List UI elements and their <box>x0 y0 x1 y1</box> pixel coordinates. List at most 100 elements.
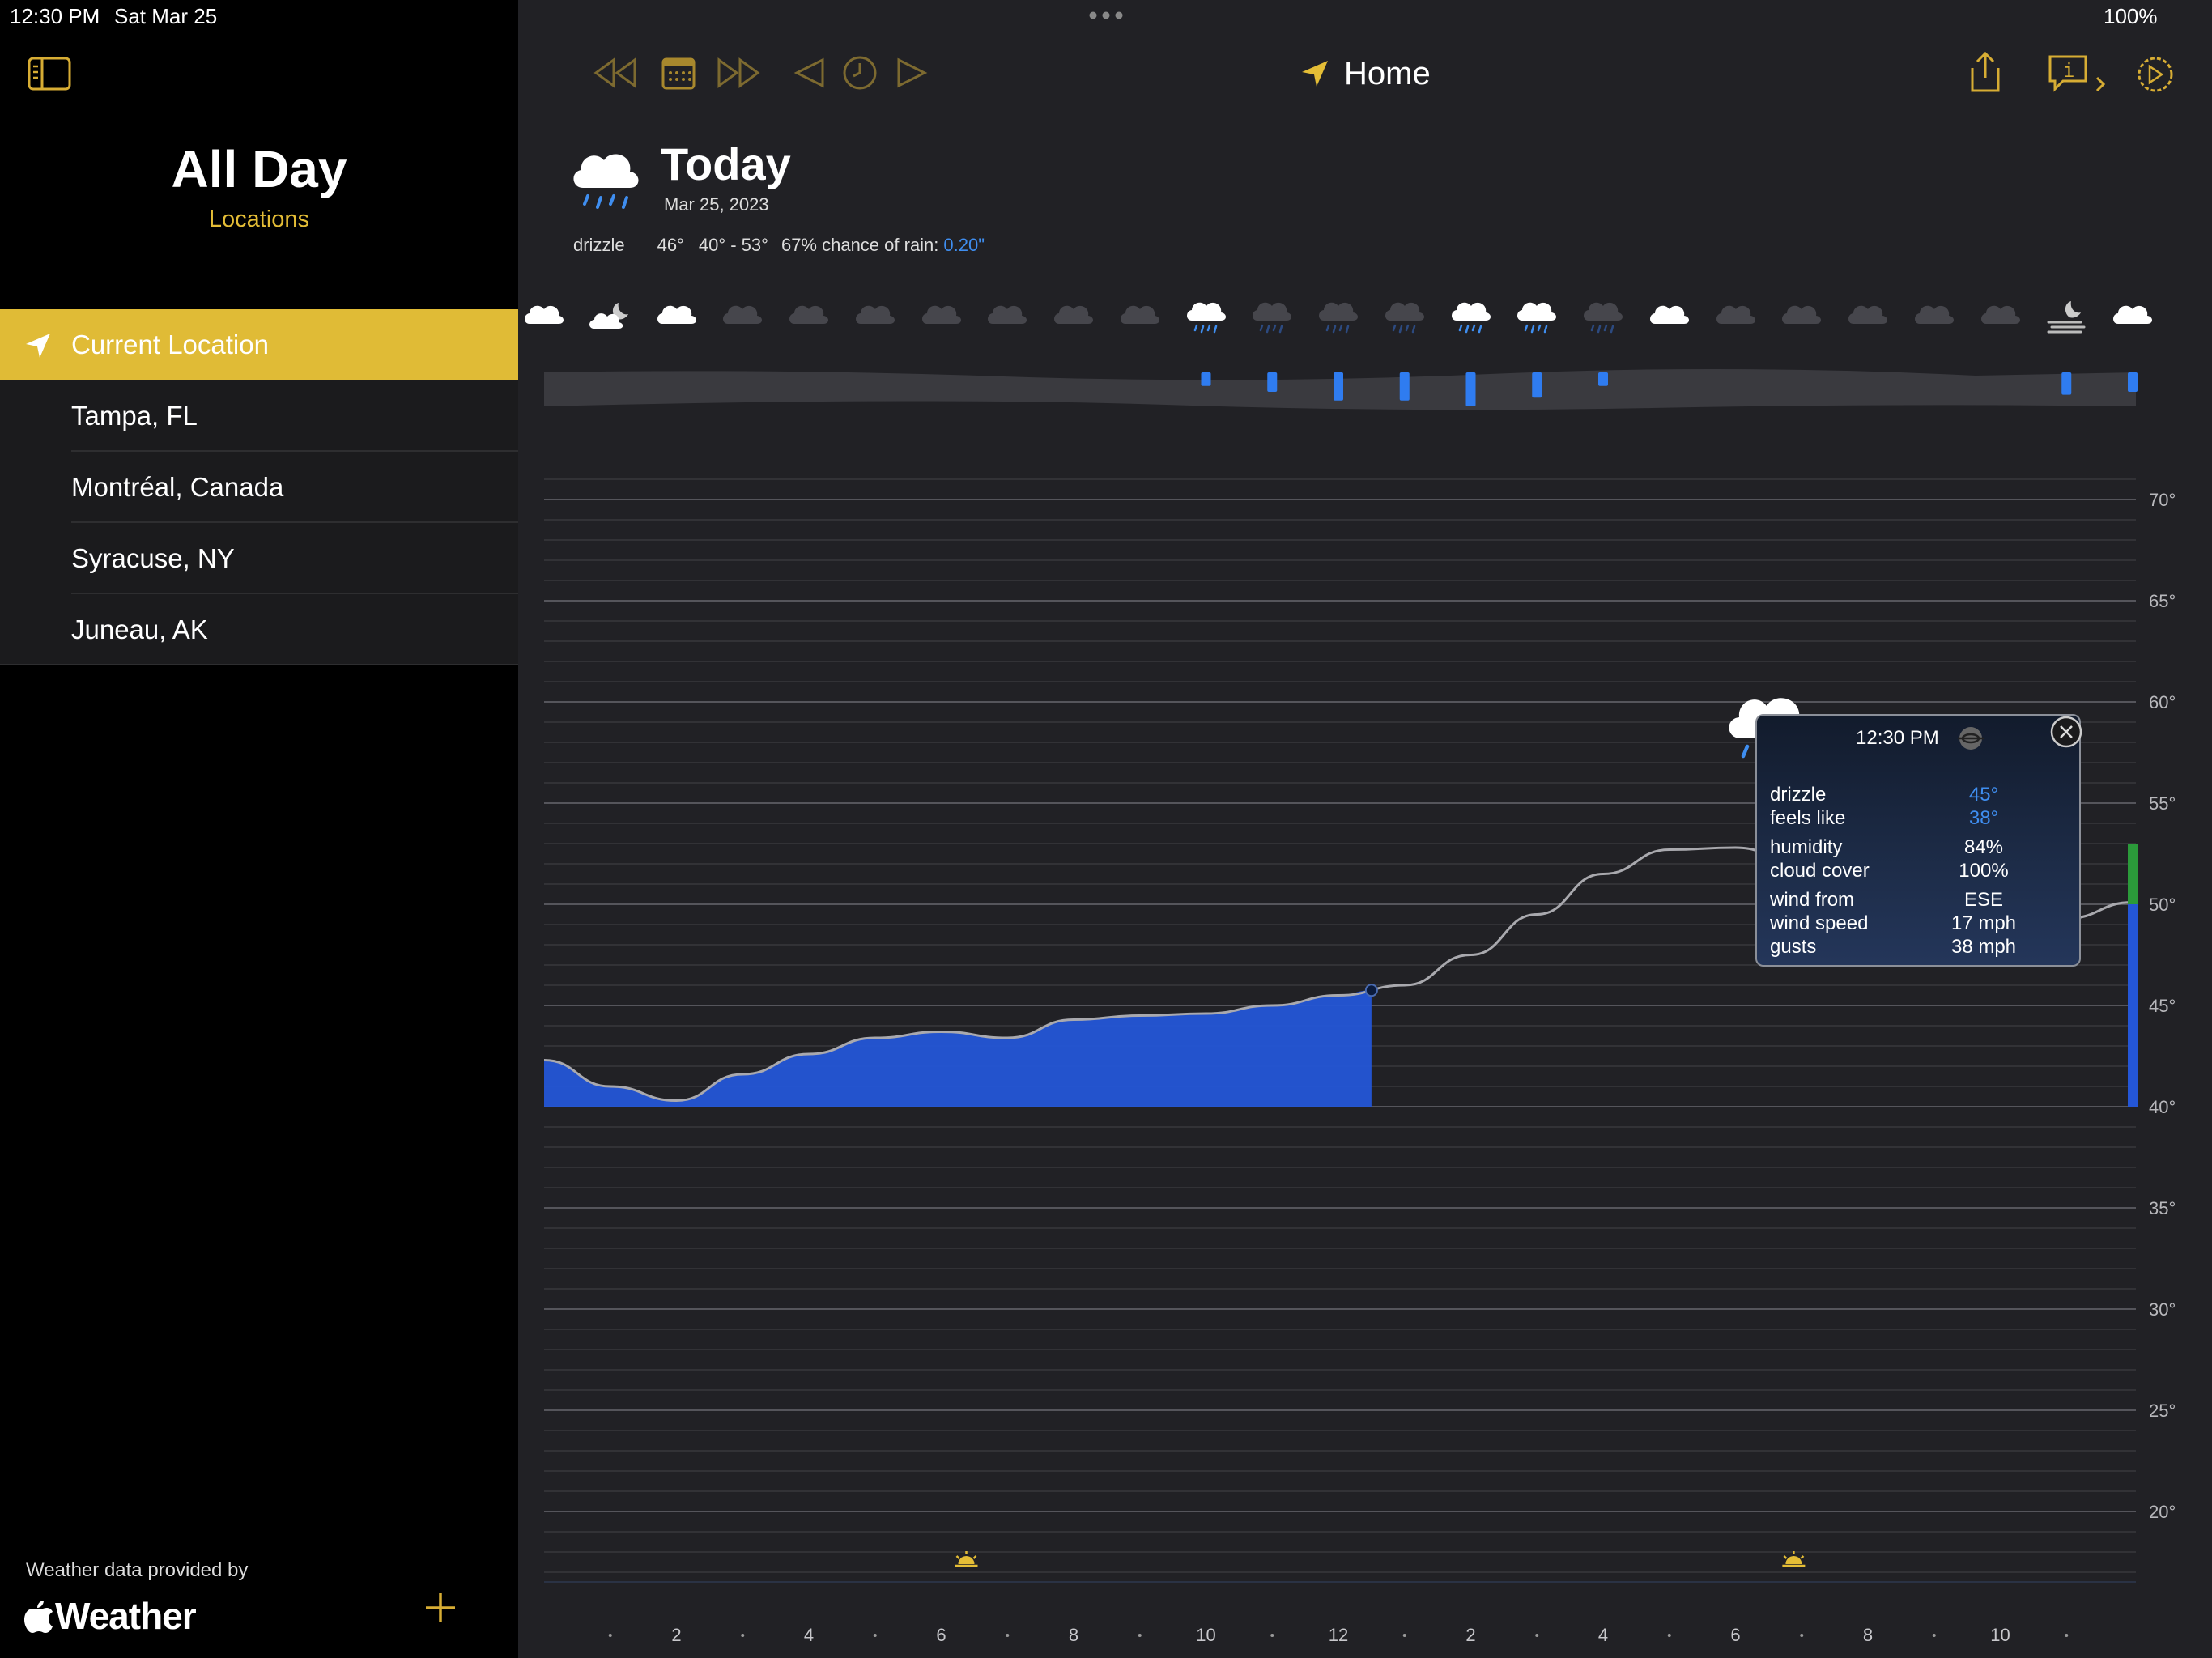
location-item[interactable]: Syracuse, NY <box>0 523 518 594</box>
next-day-icon[interactable] <box>716 57 761 89</box>
attribution-text: Weather data provided by <box>26 1559 249 1581</box>
tooltip-value: 38 mph <box>1950 936 2017 958</box>
previous-hour-icon[interactable] <box>793 57 826 89</box>
location-item[interactable]: Montréal, Canada <box>0 452 518 523</box>
info-bubble-icon[interactable]: i <box>2047 53 2108 96</box>
sunrise-icon <box>955 1551 978 1567</box>
hour-dot <box>1138 1634 1142 1637</box>
y-tick-label: 45° <box>2149 996 2176 1016</box>
tooltip-row: humidity 84% <box>1770 836 2066 859</box>
clock-icon[interactable] <box>842 55 878 91</box>
previous-day-icon[interactable] <box>593 57 638 89</box>
day-heading: Today <box>661 138 791 189</box>
y-tick-label: 60° <box>2149 692 2176 712</box>
partly-cloudy-night-icon <box>588 298 633 337</box>
dark-drizzle-icon <box>1316 298 1361 337</box>
dark-drizzle-icon <box>1580 298 1626 337</box>
temperature-chart[interactable]: 70° 65° 60° 55° 50° 45° 40° 35° 30° 25° 20° 2 4 6 8 10 1… <box>518 356 2212 1658</box>
tooltip-label: gusts <box>1770 936 1817 958</box>
rain-cloud-icon <box>1514 298 1559 337</box>
hour-dot <box>1402 1634 1406 1637</box>
tooltip-row: cloud cover 100% <box>1770 860 2066 882</box>
x-tick-label: 4 <box>1598 1625 1608 1645</box>
cloud-icon <box>654 298 700 337</box>
tooltip-label: drizzle <box>1770 784 1827 806</box>
hourly-icons-row <box>518 298 2212 355</box>
calendar-icon[interactable] <box>661 55 696 91</box>
y-tick-label: 20° <box>2149 1502 2176 1522</box>
x-tick-label: 10 <box>1196 1625 1215 1645</box>
y-tick-label: 25° <box>2149 1401 2176 1421</box>
dark-drizzle-icon <box>1382 298 1427 337</box>
dark-cloud-icon <box>1713 298 1759 337</box>
x-tick-label: 10 <box>1990 1625 2010 1645</box>
tooltip-row: gusts 38 mph <box>1770 936 2066 959</box>
next-hour-icon[interactable] <box>895 57 928 89</box>
precip-bar <box>1267 372 1278 392</box>
dark-cloud-icon <box>985 298 1030 337</box>
x-tick-label: 6 <box>936 1625 946 1645</box>
tooltip-row: wind speed 17 mph <box>1770 912 2066 935</box>
hour-dot <box>1006 1634 1010 1637</box>
dark-drizzle-icon <box>1249 298 1295 337</box>
location-item[interactable]: Juneau, AK <box>0 594 518 665</box>
cloud-icon <box>521 298 567 337</box>
x-tick-label: 6 <box>1730 1625 1740 1645</box>
day-condition: drizzle <box>573 235 625 255</box>
location-label: Montréal, Canada <box>71 472 284 502</box>
x-tick-label: 8 <box>1069 1625 1078 1645</box>
status-date: Sat Mar 25 <box>114 4 218 28</box>
hour-dot <box>1932 1634 1936 1637</box>
sun-horizon-icon <box>1958 727 1984 750</box>
sidebar-toggle-icon[interactable] <box>28 57 71 91</box>
timer-settings-icon[interactable] <box>2136 55 2175 94</box>
add-location-icon[interactable] <box>424 1592 457 1624</box>
rain-cloud-icon <box>1184 298 1229 337</box>
location-title[interactable]: Home <box>1300 53 1431 94</box>
weather-brand-label: Weather <box>55 1595 197 1637</box>
tooltip-value: ESE <box>1963 889 2004 911</box>
hour-dot <box>1270 1634 1274 1637</box>
dark-cloud-icon <box>919 298 964 337</box>
share-icon[interactable] <box>1967 50 2003 94</box>
precip-bar <box>1334 372 1343 401</box>
y-tick-label: 55° <box>2149 793 2176 814</box>
tooltip-value: 84% <box>1963 836 2004 858</box>
tooltip-label: wind speed <box>1770 912 1869 934</box>
rain-amount: 0.20" <box>943 235 985 255</box>
location-list: Current Location Tampa, FL Montréal, Can… <box>0 309 518 665</box>
hour-dot <box>1535 1634 1539 1637</box>
y-tick-label: 65° <box>2149 591 2176 611</box>
multitasking-dots-icon[interactable] <box>1088 10 1124 21</box>
precip-bar <box>1598 372 1608 386</box>
hour-dot <box>741 1634 745 1637</box>
drizzle-icon <box>573 154 639 209</box>
location-item-current[interactable]: Current Location <box>0 309 518 380</box>
rain-cloud-icon <box>1448 298 1494 337</box>
apple-logo-icon <box>24 1601 53 1633</box>
x-tick-label: 12 <box>1329 1625 1348 1645</box>
y-tick-label: 40° <box>2149 1097 2176 1117</box>
x-tick-label: 2 <box>1465 1625 1475 1645</box>
tooltip-label: cloud cover <box>1770 860 1870 882</box>
tooltip-label: wind from <box>1770 889 1855 911</box>
rain-chance: 67% chance of rain: <box>781 235 939 255</box>
location-arrow-icon <box>1302 61 1328 87</box>
hour-detail-tooltip: 12:30 PM drizzle 45° feels like 38° humidi… <box>1755 714 2084 967</box>
location-label: Juneau, AK <box>71 614 208 644</box>
precip-bar <box>1532 372 1542 398</box>
sidebar: All Day Locations Current Location Tampa… <box>0 0 518 1658</box>
sunrise-icon <box>1782 1551 1806 1567</box>
precip-bar <box>1465 372 1476 406</box>
y-tick-label: 30° <box>2149 1299 2176 1320</box>
app-subtitle: Locations <box>208 206 310 232</box>
location-item[interactable]: Tampa, FL <box>0 380 518 452</box>
precip-bar <box>2128 372 2138 392</box>
cloud-icon <box>1647 298 1692 337</box>
hour-dot <box>608 1634 612 1637</box>
precip-bar <box>1201 372 1211 386</box>
cloud-icon <box>2110 298 2155 337</box>
location-label: Tampa, FL <box>71 401 198 431</box>
close-icon[interactable] <box>2048 714 2084 750</box>
main-panel: Home i Today Mar 25, 2023 drizzle 46° 40… <box>518 0 2212 1658</box>
